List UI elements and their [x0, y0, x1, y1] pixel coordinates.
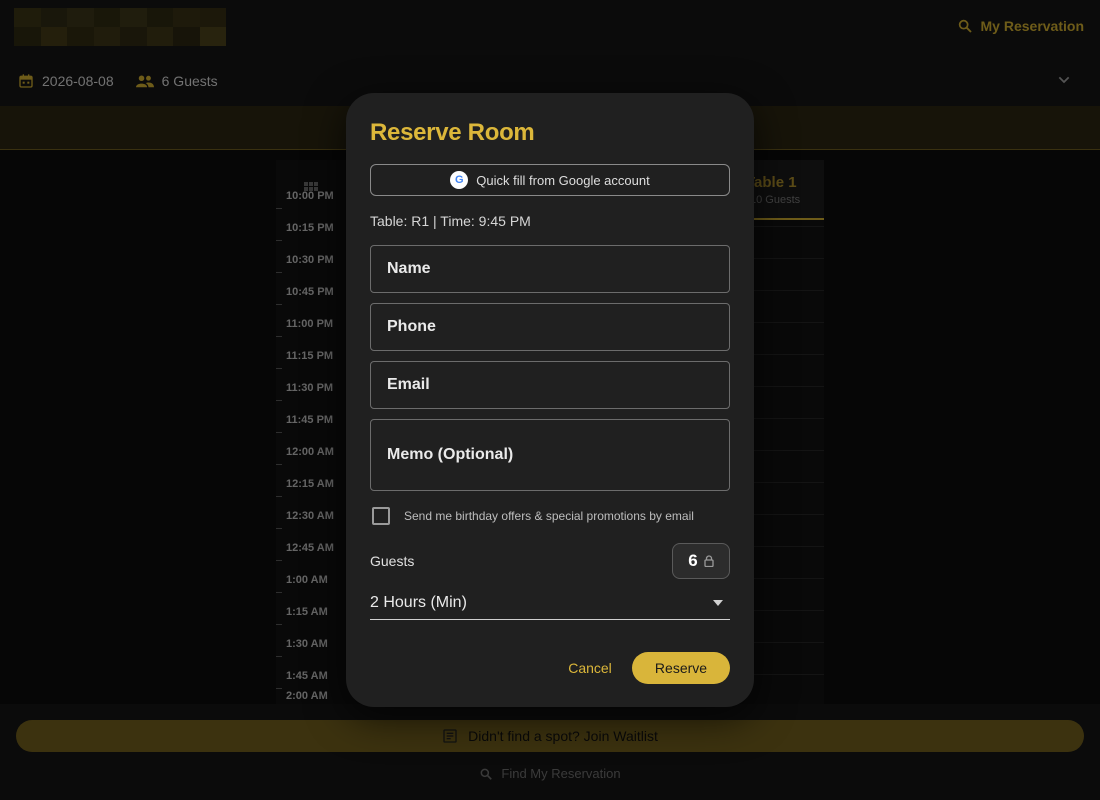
guests-count: 6: [688, 551, 698, 570]
memo-field[interactable]: Memo (Optional): [370, 419, 730, 491]
google-icon: G: [450, 171, 469, 189]
promo-checkbox-label: Send me birthday offers & special promot…: [404, 509, 694, 523]
promo-opt-in[interactable]: Send me birthday offers & special promot…: [372, 507, 694, 525]
memo-placeholder: Memo (Optional): [387, 446, 514, 463]
reserve-button[interactable]: Reserve: [632, 652, 730, 684]
name-placeholder: Name: [387, 260, 431, 277]
name-field[interactable]: Name: [370, 245, 730, 293]
table-time-info: Table: R1 | Time: 9:45 PM: [370, 213, 531, 229]
phone-field[interactable]: Phone: [370, 303, 730, 351]
cancel-button[interactable]: Cancel: [560, 656, 620, 680]
dialog-title: Reserve Room: [370, 119, 535, 146]
phone-placeholder: Phone: [387, 318, 436, 335]
promo-checkbox[interactable]: [372, 507, 390, 525]
guests-count-display: 6: [672, 543, 730, 579]
google-quick-fill-button[interactable]: G Quick fill from Google account: [370, 164, 730, 196]
quick-fill-label: Quick fill from Google account: [476, 172, 650, 188]
reserve-room-dialog: Reserve Room G Quick fill from Google ac…: [346, 93, 754, 707]
dropdown-arrow-icon: [713, 600, 723, 606]
lock-icon: [704, 555, 714, 567]
guests-label: Guests: [370, 553, 415, 569]
duration-value: 2 Hours (Min): [370, 594, 467, 611]
email-placeholder: Email: [387, 376, 430, 393]
email-field[interactable]: Email: [370, 361, 730, 409]
duration-select[interactable]: 2 Hours (Min): [370, 587, 730, 620]
